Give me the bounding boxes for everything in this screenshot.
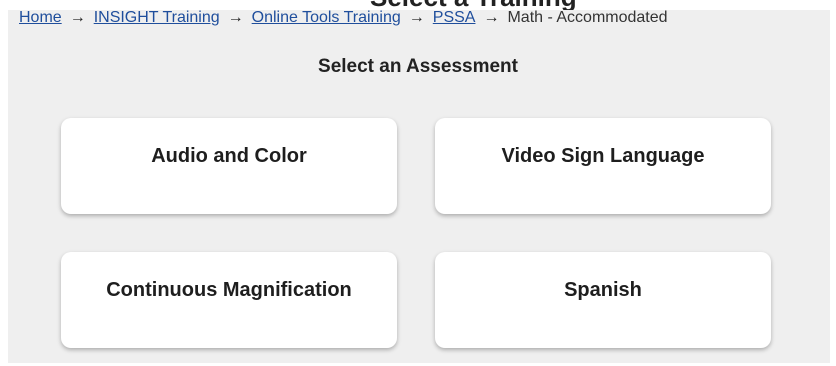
section-heading: Select an Assessment bbox=[318, 56, 518, 77]
breadcrumb-link-insight-training[interactable]: INSIGHT Training bbox=[94, 9, 220, 27]
assessment-card-audio-and-color[interactable]: Audio and Color bbox=[61, 118, 397, 214]
assessment-card-label: Video Sign Language bbox=[501, 145, 705, 167]
breadcrumb-arrow-icon: → bbox=[69, 9, 86, 26]
breadcrumb-current: Math - Accommodated bbox=[507, 9, 668, 26]
assessment-card-continuous-magnification[interactable]: Continuous Magnification bbox=[61, 252, 397, 348]
breadcrumb: Home → INSIGHT Training → Online Tools T… bbox=[19, 7, 668, 29]
assessment-card-label: Spanish bbox=[564, 279, 642, 301]
breadcrumb-arrow-icon: → bbox=[227, 9, 244, 26]
assessment-card-spanish[interactable]: Spanish bbox=[435, 252, 771, 348]
assessment-card-label: Continuous Magnification bbox=[106, 279, 352, 301]
assessment-card-label: Audio and Color bbox=[151, 145, 307, 167]
breadcrumb-arrow-icon: → bbox=[483, 9, 500, 26]
breadcrumb-arrow-icon: → bbox=[408, 9, 425, 26]
assessment-card-video-sign-language[interactable]: Video Sign Language bbox=[435, 118, 771, 214]
breadcrumb-link-pssa[interactable]: PSSA bbox=[433, 9, 476, 27]
breadcrumb-link-home[interactable]: Home bbox=[19, 9, 62, 27]
breadcrumb-link-online-tools-training[interactable]: Online Tools Training bbox=[252, 9, 401, 27]
